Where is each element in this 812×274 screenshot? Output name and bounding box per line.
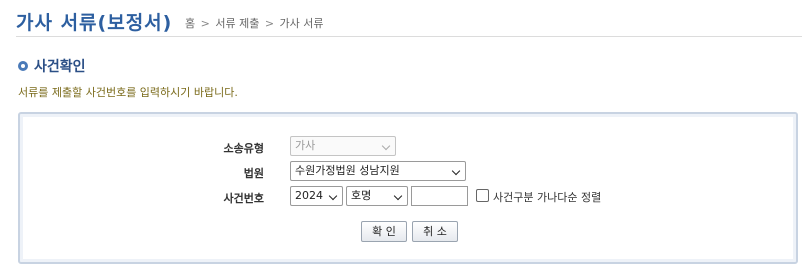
case-number-input[interactable] [411, 186, 468, 206]
chevron-down-icon [393, 191, 403, 201]
case-type-select[interactable]: 가사 [290, 136, 396, 156]
breadcrumb-separator: > [264, 17, 275, 30]
sort-by-name-checkbox[interactable] [476, 189, 489, 202]
case-form-panel: 소송유형 가사 법원 수원가정법원 성남지원 사건번호 2024 호명 사건구분… [18, 112, 798, 264]
breadcrumb: 홈 > 서류 제출 > 가사 서류 [185, 15, 324, 31]
case-type-value: 가사 [295, 139, 316, 152]
confirm-button[interactable]: 확 인 [361, 221, 407, 242]
case-category-value: 호명 [351, 189, 372, 202]
breadcrumb-family-documents: 가사 서류 [279, 17, 324, 30]
case-year-value: 2024 [295, 189, 323, 202]
court-value: 수원가정법원 성남지원 [295, 164, 400, 177]
case-type-label: 소송유형 [223, 142, 264, 155]
sort-by-name-label[interactable]: 사건구분 가나다순 정렬 [493, 189, 601, 205]
chevron-down-icon [451, 166, 461, 176]
breadcrumb-home[interactable]: 홈 [185, 17, 195, 30]
cancel-button[interactable]: 취 소 [412, 221, 458, 242]
page-header: 가사 서류(보정서) 홈 > 서류 제출 > 가사 서류 [16, 8, 802, 37]
case-year-select[interactable]: 2024 [290, 186, 343, 206]
case-category-select[interactable]: 호명 [346, 186, 408, 206]
court-select[interactable]: 수원가정법원 성남지원 [290, 161, 466, 181]
section-title: 사건확인 [34, 59, 86, 75]
breadcrumb-separator: > [200, 17, 210, 30]
page-title: 가사 서류(보정서) [16, 12, 173, 34]
circle-bullet-icon [18, 61, 28, 71]
breadcrumb-document-submission[interactable]: 서류 제출 [215, 17, 259, 30]
case-number-label: 사건번호 [223, 192, 264, 205]
instruction-text: 서류를 제출할 사건번호를 입력하시기 바랍니다. [18, 86, 238, 99]
chevron-down-icon [328, 191, 338, 201]
court-label: 법원 [243, 167, 264, 180]
chevron-down-icon [381, 141, 391, 151]
